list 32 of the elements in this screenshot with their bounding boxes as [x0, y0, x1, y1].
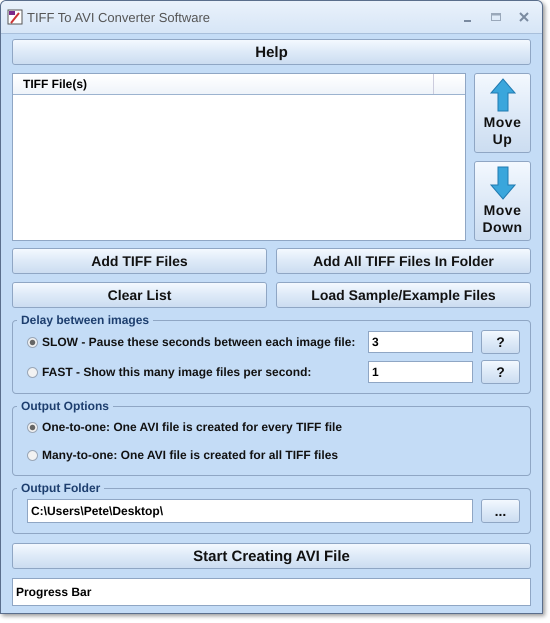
move-up-button[interactable]: Move Up	[474, 73, 531, 153]
option-label: SLOW - Pause these seconds between each image file:	[42, 335, 356, 349]
group-title: Output Options	[20, 399, 110, 413]
group-title: Delay between images	[20, 313, 150, 327]
action-button[interactable]: Add TIFF Files	[12, 248, 267, 274]
input-field[interactable]: 3	[368, 331, 473, 353]
app-icon	[7, 9, 23, 25]
action-button[interactable]: Add All TIFF Files In Folder	[276, 248, 531, 274]
up-arrow-icon	[490, 78, 516, 112]
option-label: FAST - Show this many image files per second:	[42, 365, 312, 379]
action-button[interactable]: Load Sample/Example Files	[276, 282, 531, 308]
window-title: TIFF To AVI Converter Software	[27, 10, 212, 24]
radio-button[interactable]	[27, 366, 38, 378]
close-icon[interactable]	[518, 11, 530, 23]
help-button[interactable]: Help	[12, 39, 531, 65]
radio-button[interactable]	[27, 336, 38, 348]
help-button[interactable]: ?	[481, 330, 520, 354]
file-list[interactable]: TIFF File(s)	[12, 73, 466, 241]
radio-button[interactable]	[27, 450, 38, 460]
folder-path-field[interactable]: C:\Users\Pete\Desktop\	[27, 499, 473, 523]
maximize-icon[interactable]	[490, 11, 502, 23]
radio-button[interactable]	[27, 422, 38, 432]
action-button[interactable]: Clear List	[12, 282, 267, 308]
option-label: One-to-one: One AVI file is created for every TIFF file	[42, 420, 342, 434]
group-title: Output Folder	[20, 481, 102, 495]
input-field[interactable]: 1	[368, 361, 473, 383]
help-button[interactable]: ?	[481, 360, 520, 384]
option-label: Many-to-one: One AVI file is created for all TIFF files	[42, 448, 338, 462]
start-button[interactable]: Start Creating AVI File	[12, 543, 531, 569]
move-down-button[interactable]: Move Down	[474, 161, 531, 241]
down-arrow-icon	[490, 166, 516, 200]
browse-button[interactable]: ...	[481, 499, 520, 523]
